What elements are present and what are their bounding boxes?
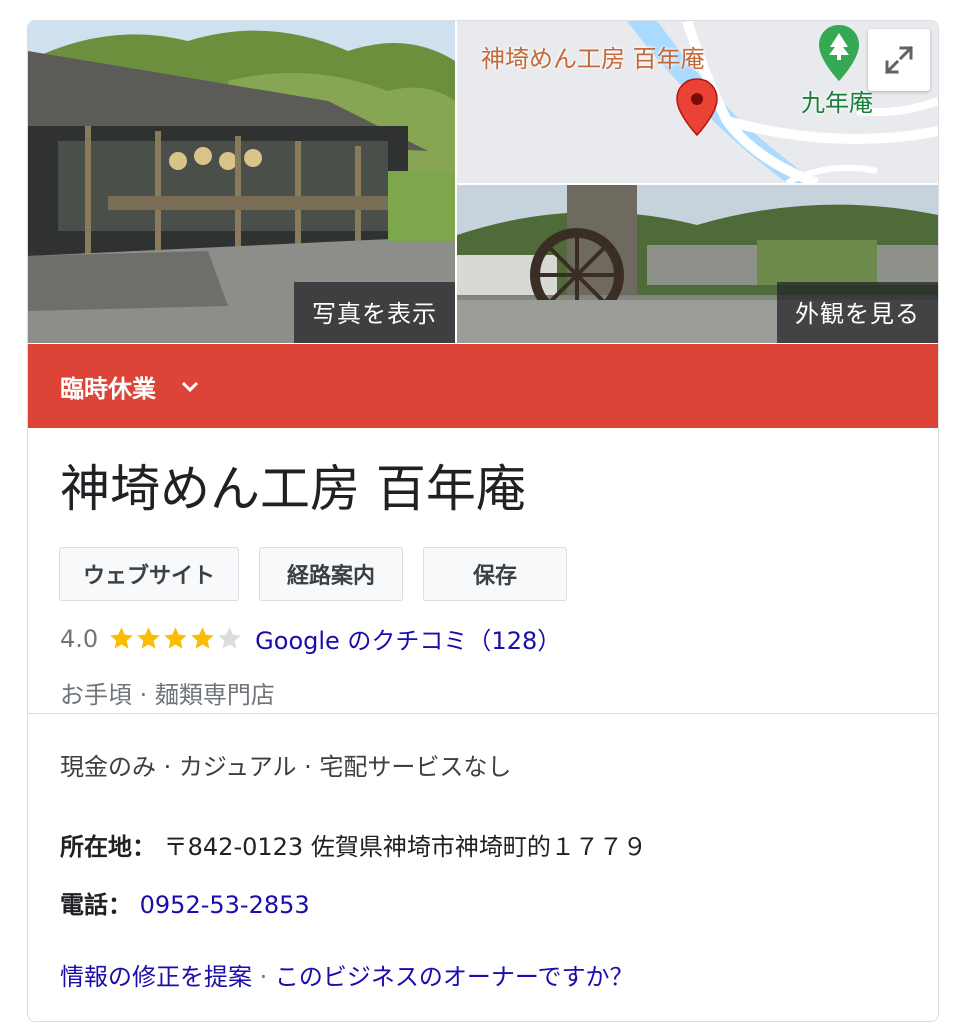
category-row: お手頃 · 麺類専門店: [60, 675, 275, 710]
map-poi-label: 九年庵: [801, 89, 873, 117]
phone-label: 電話：: [60, 891, 132, 919]
chevron-down-icon: [181, 381, 199, 393]
category-label: 麺類専門店: [154, 681, 275, 709]
save-button[interactable]: 保存: [423, 547, 567, 601]
place-photo[interactable]: 写真を表示: [28, 21, 455, 343]
map-thumbnail[interactable]: 神埼めん工房 百年庵 九年庵: [457, 21, 938, 183]
address-row: 所在地： 〒842-0123 佐賀県神埼市神埼町的１７７９: [60, 827, 647, 862]
directions-button[interactable]: 経路案内: [259, 547, 403, 601]
address-value: 〒842-0123 佐賀県神埼市神埼町的１７７９: [163, 833, 647, 861]
media-area: 写真を表示 神埼めん工房 百年庵 九年庵 外観を見る: [28, 21, 938, 343]
rating-value: 4.0: [60, 624, 99, 653]
google-reviews-link[interactable]: Google のクチコミ（128）: [255, 621, 561, 656]
category-separator: ·: [132, 681, 155, 709]
star-filled-icon: [137, 627, 160, 649]
rating-row: 4.0 Google のクチコミ（128）: [60, 621, 561, 656]
suggest-edit-link[interactable]: 情報の修正を提案: [60, 963, 252, 991]
address-label: 所在地：: [60, 833, 156, 861]
divider: [28, 713, 938, 714]
action-buttons: ウェブサイト 経路案内 保存: [59, 547, 587, 601]
street-view-button[interactable]: 外観を見る: [777, 282, 938, 343]
street-view-photo[interactable]: 外観を見る: [457, 185, 938, 343]
show-photos-button[interactable]: 写真を表示: [294, 282, 455, 343]
star-filled-icon: [110, 627, 133, 649]
footer-separator: ·: [252, 963, 275, 991]
map-pin-icon: [676, 78, 718, 137]
expand-map-button[interactable]: [868, 29, 930, 91]
phone-link[interactable]: 0952-53-2853: [140, 891, 310, 919]
star-rating: [108, 625, 243, 652]
knowledge-panel: 写真を表示 神埼めん工房 百年庵 九年庵 外観を見る 臨時休業 神埼めん工房 百…: [27, 20, 939, 1022]
phone-row: 電話： 0952-53-2853: [60, 885, 310, 920]
star-empty-icon: [218, 627, 241, 649]
place-title: 神埼めん工房 百年庵: [60, 460, 526, 518]
owner-question-link[interactable]: このビジネスのオーナーですか？: [275, 963, 634, 991]
status-label: 臨時休業: [60, 374, 156, 403]
map-place-label: 神埼めん工房 百年庵: [481, 45, 705, 73]
service-attributes: 現金のみ · カジュアル · 宅配サービスなし: [60, 753, 512, 781]
star-filled-icon: [191, 627, 214, 649]
tree-icon: [819, 25, 859, 81]
price-level: お手頃: [60, 681, 132, 709]
star-filled-icon: [164, 627, 187, 649]
temporarily-closed-banner[interactable]: 臨時休業: [28, 344, 938, 428]
footer-links: 情報の修正を提案 · このビジネスのオーナーですか？: [60, 957, 633, 992]
website-button[interactable]: ウェブサイト: [59, 547, 239, 601]
expand-icon: [884, 45, 914, 75]
